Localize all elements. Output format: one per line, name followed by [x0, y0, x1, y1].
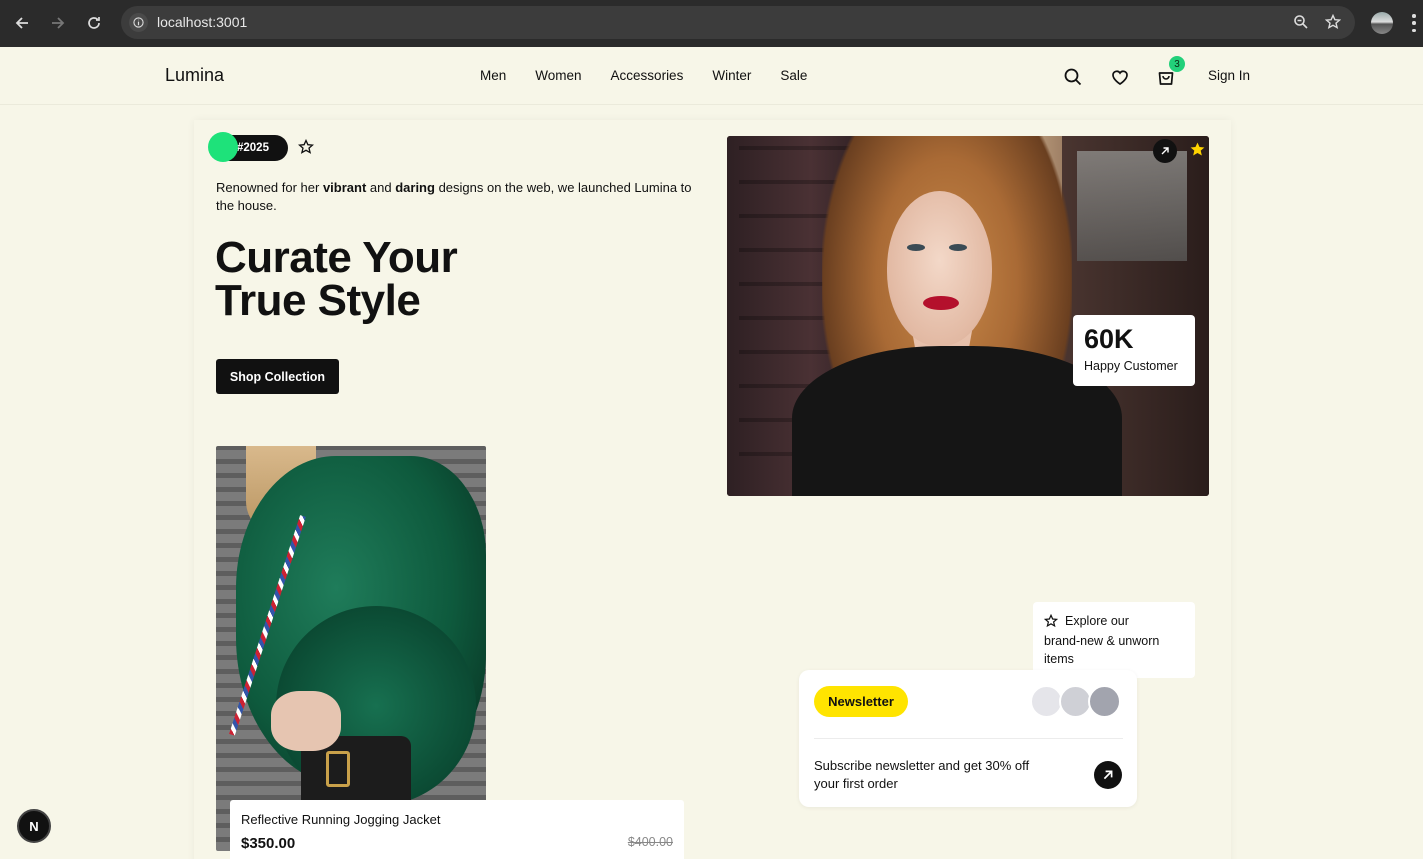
dev-tools-badge[interactable]: N [17, 809, 51, 843]
explore-title: Explore our [1065, 614, 1129, 628]
zoom-icon[interactable] [1293, 14, 1309, 30]
stat-label: Happy Customer [1084, 359, 1178, 373]
status-dot [208, 132, 238, 162]
browser-menu-icon[interactable] [1412, 14, 1416, 32]
forward-button[interactable] [47, 12, 69, 34]
stat-value: 60K [1084, 324, 1134, 354]
explore-card[interactable]: Explore our brand-new & unworn items [1033, 602, 1195, 678]
intro-text: Renowned for her vibrant and daring desi… [216, 180, 692, 213]
nav-men[interactable]: Men [480, 68, 506, 83]
happy-customer-stat: 60K Happy Customer [1073, 315, 1195, 386]
nav-winter[interactable]: Winter [712, 68, 751, 83]
product-name: Reflective Running Jogging Jacket [241, 812, 441, 827]
subscribe-button[interactable] [1094, 761, 1122, 789]
shop-collection-button[interactable]: Shop Collection [216, 359, 339, 394]
avatar [1088, 685, 1121, 718]
sign-in-link[interactable]: Sign In [1208, 68, 1250, 83]
newsletter-card: Newsletter Subscribe newsletter and get … [799, 670, 1137, 807]
arrow-up-right-icon [1161, 147, 1169, 155]
browser-toolbar: localhost:3001 [0, 0, 1423, 47]
divider [814, 738, 1123, 739]
reload-button[interactable] [83, 12, 105, 34]
reload-icon [88, 17, 100, 29]
star-outline-icon[interactable] [298, 139, 314, 155]
heart-icon[interactable] [1110, 67, 1130, 87]
arrow-right-icon [52, 17, 65, 29]
logo[interactable]: Lumina [165, 65, 224, 86]
bookmark-star-icon[interactable] [1325, 14, 1341, 30]
back-button[interactable] [11, 12, 33, 34]
nav-sale[interactable]: Sale [780, 68, 807, 83]
arrow-left-icon [15, 17, 28, 29]
profile-avatar[interactable] [1371, 12, 1393, 34]
explore-subtitle: brand-new & unworn items [1044, 634, 1160, 666]
page-title: Curate Your True Style [215, 233, 458, 325]
star-filled-icon[interactable] [1189, 141, 1206, 158]
open-image-button[interactable] [1153, 139, 1177, 163]
nav-accessories[interactable]: Accessories [611, 68, 684, 83]
newsletter-text: Subscribe newsletter and get 30% off you… [814, 758, 1030, 791]
newsletter-badge: Newsletter [814, 686, 908, 717]
product-image[interactable] [216, 446, 486, 851]
product-old-price: $400.00 [627, 835, 673, 849]
url-text[interactable]: localhost:3001 [157, 14, 247, 30]
cart-count-badge: 3 [1169, 56, 1185, 72]
site-info-icon[interactable] [129, 13, 148, 32]
site-header: Lumina Men Women Accessories Winter Sale… [0, 47, 1423, 105]
star-outline-icon [1044, 614, 1058, 628]
product-card[interactable]: Reflective Running Jogging Jacket $350.0… [230, 800, 684, 859]
arrow-up-right-icon [1103, 770, 1113, 780]
search-icon[interactable] [1063, 67, 1083, 87]
address-bar[interactable]: localhost:3001 [121, 6, 1355, 39]
nav-women[interactable]: Women [535, 68, 581, 83]
product-price: $350.00 [241, 835, 296, 852]
main-nav: Men Women Accessories Winter Sale [480, 68, 807, 83]
